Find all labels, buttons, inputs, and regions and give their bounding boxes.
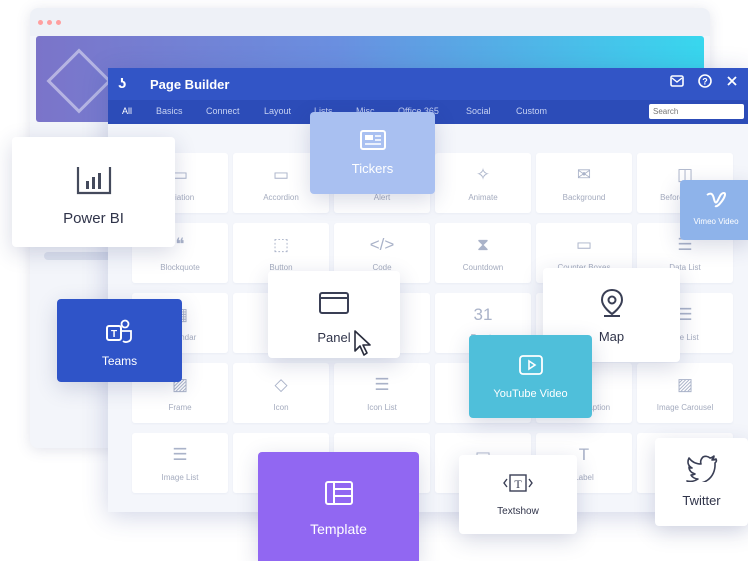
component-tile[interactable]: ☰ Icon List: [334, 363, 430, 423]
component-tile-icon: ☰: [172, 445, 188, 464]
youtube-video-label: YouTube Video: [493, 388, 568, 400]
component-tile-icon: ✧: [475, 165, 491, 184]
app-logo-icon: ʖ: [118, 75, 127, 92]
component-tile-icon: ▭: [575, 235, 593, 254]
tab-basics[interactable]: Basics: [156, 106, 183, 116]
play-icon: [469, 355, 592, 380]
vimeo-icon: [680, 190, 748, 213]
component-tile-label: Background: [562, 193, 606, 202]
component-tile[interactable]: ◇ Icon: [233, 363, 329, 423]
help-icon[interactable]: ?: [698, 74, 712, 91]
component-tile[interactable]: ✧ Animate: [435, 153, 531, 213]
component-tile-icon: </>: [369, 235, 395, 254]
tickers-card[interactable]: Tickers: [310, 112, 435, 194]
window-controls: [38, 20, 61, 25]
mail-icon[interactable]: [670, 74, 684, 90]
teams-card[interactable]: T Teams: [57, 299, 182, 382]
component-tile-icon: ▨: [676, 375, 694, 394]
component-tile-label: Icon: [273, 403, 289, 412]
dialog-title: Page Builder: [150, 77, 230, 92]
component-tile-label: Animate: [468, 193, 498, 202]
map-pin-icon: [543, 288, 680, 323]
youtube-video-card[interactable]: YouTube Video: [469, 335, 592, 418]
component-tile-icon: ⧗: [477, 235, 489, 254]
twitter-icon: [655, 454, 748, 487]
component-tile-label: Image Carousel: [656, 403, 714, 412]
component-tile[interactable]: ▨ Image Carousel: [637, 363, 733, 423]
banner-graphic: [46, 48, 112, 114]
component-tile-icon: ⬚: [272, 235, 290, 254]
template-card[interactable]: Template: [258, 452, 419, 561]
twitter-label: Twitter: [682, 493, 721, 508]
tickers-label: Tickers: [351, 161, 394, 176]
tickers-icon: [310, 130, 435, 155]
component-tile-label: Countdown: [462, 263, 504, 272]
template-label: Template: [310, 521, 367, 537]
tab-all[interactable]: All: [122, 106, 132, 116]
component-tile-icon: ◇: [274, 375, 288, 394]
teams-label: Teams: [101, 354, 138, 368]
svg-text:T: T: [514, 477, 522, 491]
vimeo-card[interactable]: Vimeo Video: [680, 180, 748, 240]
power-bi-label: Power BI: [63, 210, 124, 227]
close-icon[interactable]: [726, 74, 738, 90]
component-tile-label: Alert: [373, 193, 391, 202]
component-tile[interactable]: ☰ Image List: [132, 433, 228, 493]
panel-label: Panel: [317, 330, 351, 345]
vimeo-label: Vimeo Video: [693, 217, 739, 226]
component-tile-label: Image List: [161, 473, 199, 482]
component-tile[interactable]: ⧗ Countdown: [435, 223, 531, 283]
component-tile-label: Icon List: [367, 403, 397, 412]
dialog-titlebar: ʖ Page Builder ?: [108, 68, 748, 100]
component-tile-label: Blockquote: [160, 263, 200, 272]
panel-icon: [268, 291, 400, 320]
component-tile[interactable]: ✉ Background: [536, 153, 632, 213]
tab-social[interactable]: Social: [466, 106, 491, 116]
tab-layout[interactable]: Layout: [264, 106, 291, 116]
twitter-card[interactable]: Twitter: [655, 438, 748, 526]
panel-card[interactable]: Panel: [268, 271, 400, 358]
textshow-card[interactable]: T Textshow: [459, 455, 577, 534]
textshow-label: Textshow: [497, 506, 539, 517]
component-tile-label: Frame: [168, 403, 192, 412]
component-tile-icon: ☰: [374, 375, 390, 394]
svg-text:?: ?: [702, 77, 708, 87]
power-bi-icon: [12, 163, 175, 202]
search-input[interactable]: [649, 104, 744, 119]
component-tile-icon: ✉: [576, 165, 592, 184]
component-tile-label: Accordion: [263, 193, 299, 202]
template-icon: [258, 480, 419, 511]
svg-text:T: T: [110, 329, 116, 340]
tab-connect[interactable]: Connect: [206, 106, 240, 116]
component-tile-icon: 31: [473, 305, 493, 324]
cursor-pointer-icon: [352, 329, 374, 362]
textshow-icon: T: [459, 473, 577, 498]
tab-custom[interactable]: Custom: [516, 106, 547, 116]
teams-icon: T: [57, 319, 182, 350]
background-window-bar: [30, 8, 710, 36]
power-bi-card[interactable]: Power BI: [12, 137, 175, 247]
